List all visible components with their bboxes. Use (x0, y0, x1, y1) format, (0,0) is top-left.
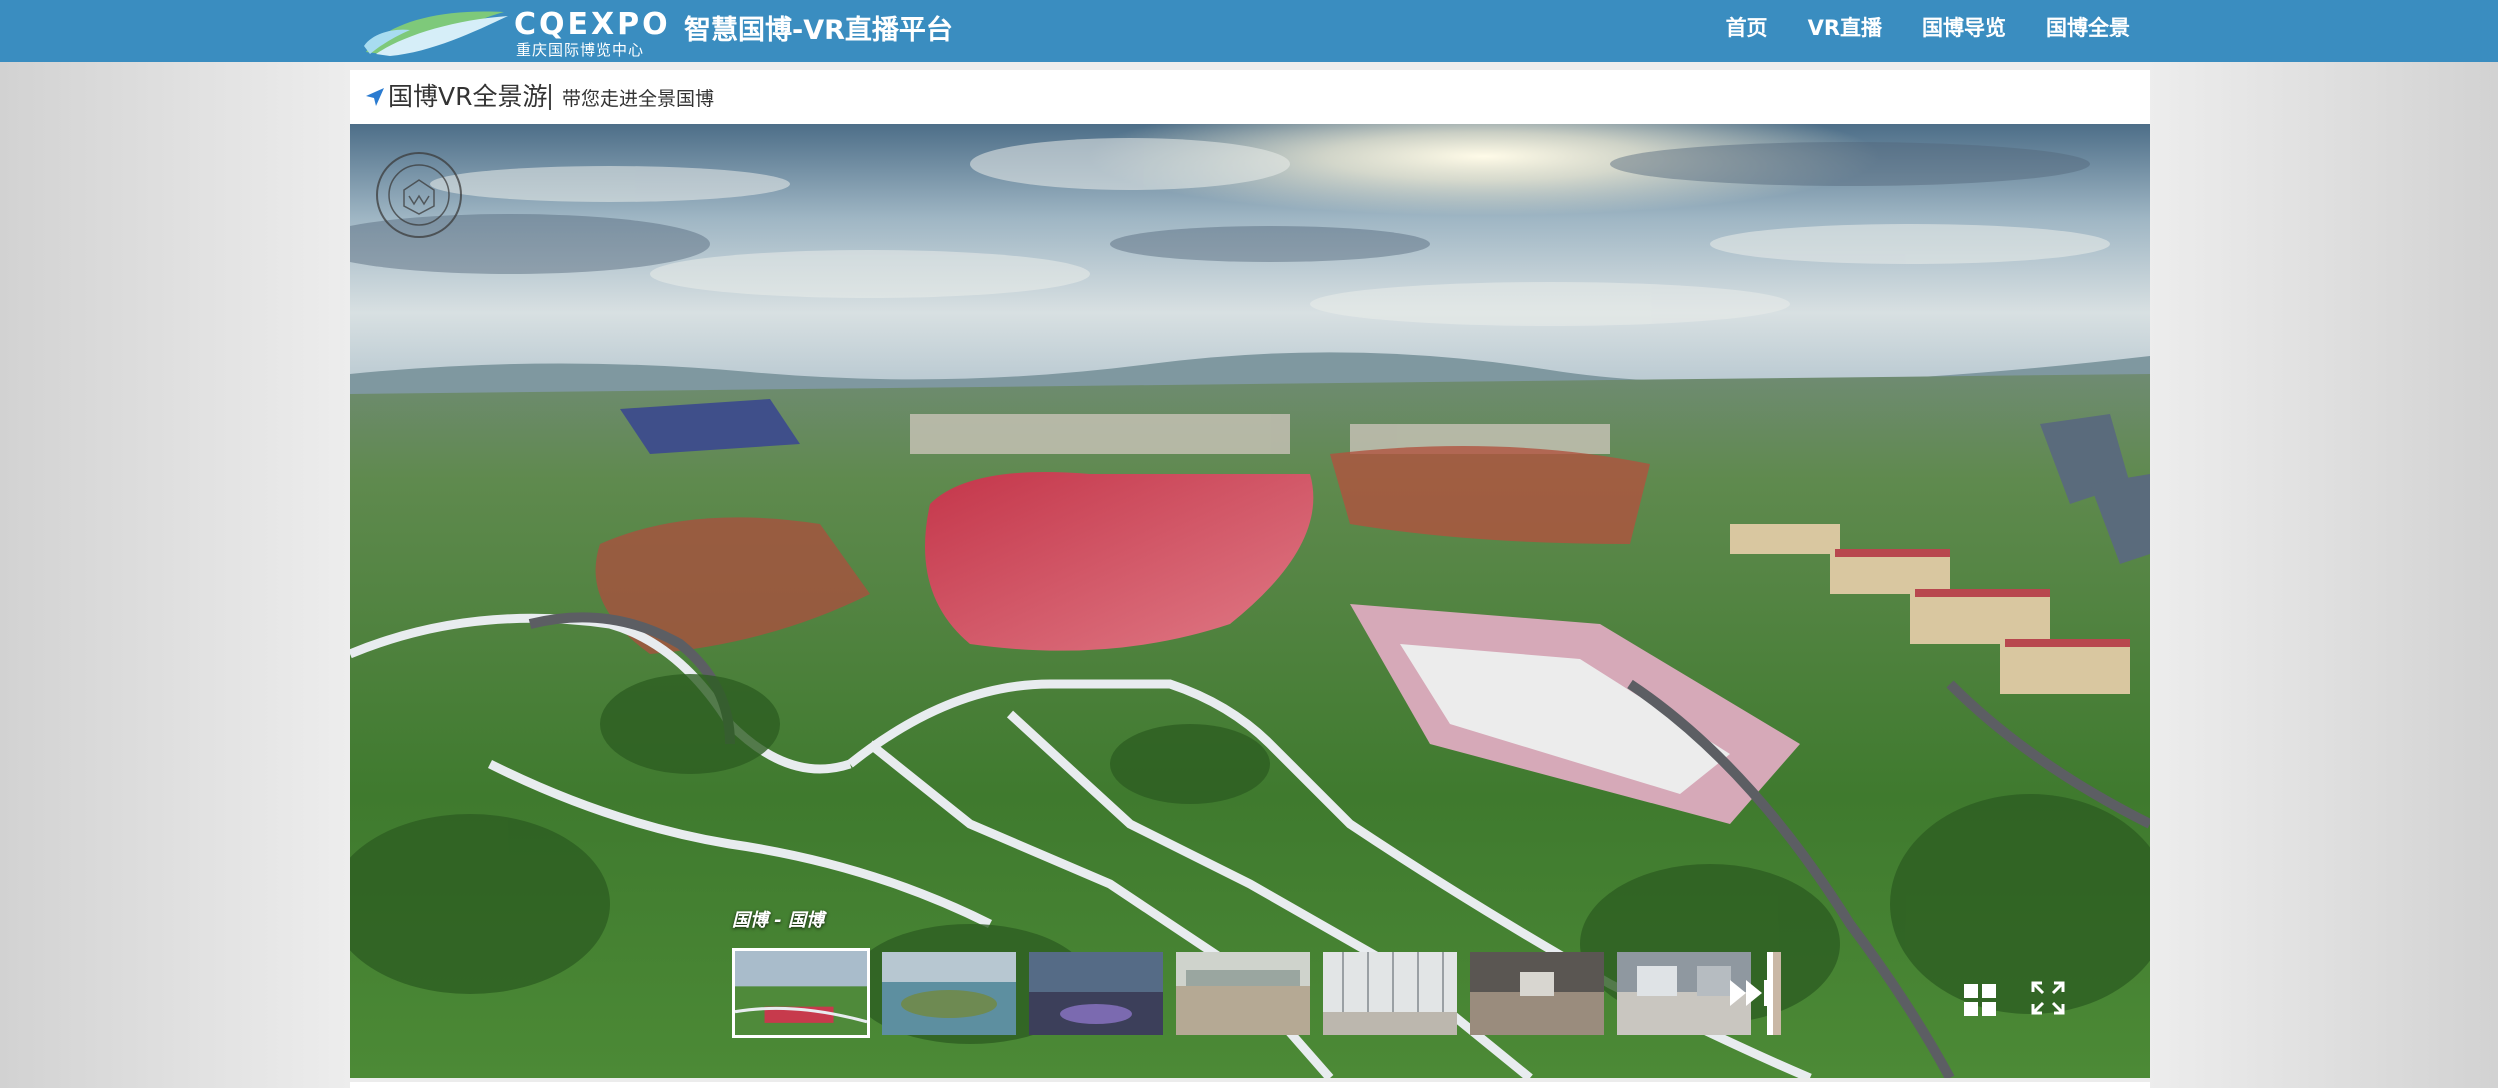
thumbnail-warehouse-interior[interactable] (1470, 952, 1604, 1035)
site-title: 智慧国博-VR直播平台 (684, 15, 953, 46)
panel-subtitle: 带您走进全景国博 (562, 88, 715, 110)
panorama-image (350, 124, 2150, 1078)
logo-subtitle: 重庆国际博览中心 (516, 41, 645, 59)
nav-guide[interactable]: 国博导览 (1922, 14, 2006, 42)
logo-wordmark: CQEXPO (514, 7, 671, 42)
thumbnail-dusk-lights[interactable] (1029, 952, 1163, 1035)
nav-panorama[interactable]: 国博全景 (2046, 14, 2130, 42)
thumbnail-river-island[interactable] (882, 952, 1016, 1035)
nav-home[interactable]: 首页 (1726, 14, 1768, 42)
university-seal-icon (376, 152, 462, 238)
grid-icon[interactable] (1962, 982, 1998, 1018)
panel-title: 国博VR全景游 (388, 82, 548, 111)
double-chevron-right-icon[interactable] (1726, 976, 1770, 1010)
main-nav: 首页 VR直播 国博导览 国博全景 (1726, 14, 2130, 42)
panel-bottom-border (350, 1078, 2150, 1082)
thumbnail-aerial-red-field[interactable] (732, 948, 870, 1038)
cqexpo-logo[interactable]: CQEXPO 重庆国际博览中心 (362, 6, 668, 59)
location-arrow-icon (366, 88, 384, 106)
title-divider (549, 84, 551, 110)
thumbnail-glass-hall[interactable] (1323, 952, 1457, 1035)
thumbnail-empty-hall-floor[interactable] (1176, 952, 1310, 1035)
panel-header: 国博VR全景游 带您走进全景国博 (350, 70, 2150, 124)
fullscreen-icon[interactable] (2030, 980, 2066, 1016)
panorama-viewer[interactable]: 国博 - 国博 (350, 124, 2150, 1078)
leaf-logo-icon (364, 11, 508, 56)
thumbnail-strip (732, 948, 1777, 1038)
nav-vr-live[interactable]: VR直播 (1808, 14, 1882, 42)
scene-label: 国博 - 国博 (732, 910, 825, 931)
top-header: CQEXPO 重庆国际博览中心 智慧国博-VR直播平台 首页 VR直播 国博导览… (0, 0, 2498, 62)
